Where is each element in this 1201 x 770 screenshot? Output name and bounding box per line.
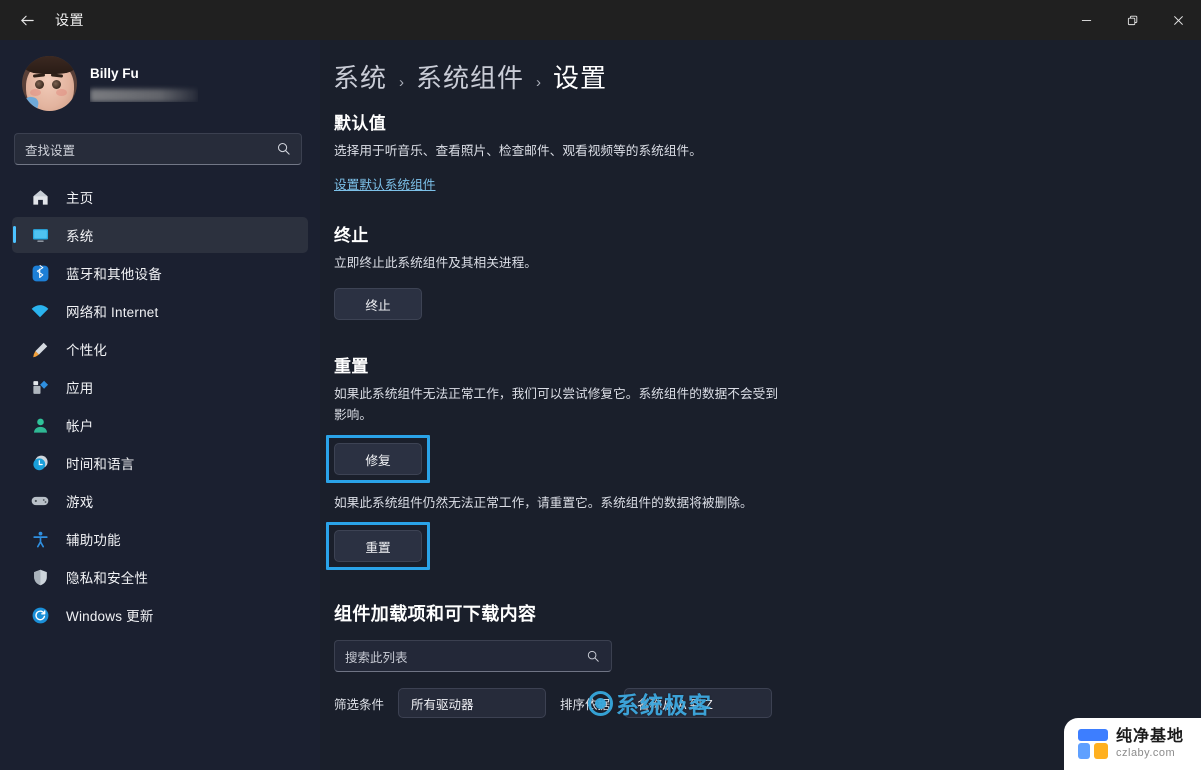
sidebar-item-label: 个性化 xyxy=(66,343,108,358)
set-default-components-link[interactable]: 设置默认系统组件 xyxy=(334,174,436,193)
sidebar-item-windows-update[interactable]: Windows 更新 xyxy=(12,597,308,633)
reset-description: 如果此系统组件仍然无法正常工作，请重置它。系统组件的数据将被删除。 xyxy=(334,496,753,510)
terminate-button[interactable]: 终止 xyxy=(334,288,422,320)
sidebar-item-label: 游戏 xyxy=(66,495,94,510)
sort-label: 排序依据 xyxy=(560,697,611,712)
section-heading: 组件加载项和可下载内容 xyxy=(334,604,537,624)
sidebar-nav: 主页 系统 蓝牙和其他设备 网络和 Internet 个性化 应用 帐户 时间和… xyxy=(12,179,308,633)
sidebar-item-accounts[interactable]: 帐户 xyxy=(12,407,308,443)
sidebar-item-personalization[interactable]: 个性化 xyxy=(12,331,308,367)
back-arrow-icon[interactable] xyxy=(4,4,50,36)
restore-icon[interactable] xyxy=(1109,0,1155,40)
wifi-icon xyxy=(30,301,50,321)
sidebar-item-accessibility[interactable]: 辅助功能 xyxy=(12,521,308,557)
repair-description: 如果此系统组件无法正常工作，我们可以尝试修复它。系统组件的数据不会受到影响。 xyxy=(334,387,779,422)
sidebar-item-network[interactable]: 网络和 Internet xyxy=(12,293,308,329)
search-placeholder: 查找设置 xyxy=(25,143,76,158)
section-description: 立即终止此系统组件及其相关进程。 xyxy=(334,256,537,270)
section-description: 选择用于听音乐、查看照片、检查邮件、观看视频等的系统组件。 xyxy=(334,144,702,158)
user-email-blurred xyxy=(90,89,198,102)
reset-button[interactable]: 重置 xyxy=(334,530,422,562)
section-defaults: 默认值 选择用于听音乐、查看照片、检查邮件、观看视频等的系统组件。 设置默认系统… xyxy=(328,109,1171,194)
breadcrumb-item-system[interactable]: 系统 xyxy=(333,58,387,95)
search-icon xyxy=(586,649,600,668)
watermark-czlaby: 纯净基地 czlaby.com xyxy=(1064,718,1201,770)
sidebar-item-label: 隐私和安全性 xyxy=(66,571,149,586)
filter-label: 筛选条件 xyxy=(334,697,385,712)
chevron-right-icon: › xyxy=(399,74,405,91)
sidebar: Billy Fu 查找设置 主页 系统 蓝牙和其他设备 网络和 Internet… xyxy=(0,40,320,770)
breadcrumb: 系统 › 系统组件 › 设置 xyxy=(328,58,1171,95)
sidebar-item-label: Windows 更新 xyxy=(66,609,154,624)
sidebar-item-label: 蓝牙和其他设备 xyxy=(66,267,162,282)
sidebar-item-label: 辅助功能 xyxy=(66,533,121,548)
sidebar-item-label: 帐户 xyxy=(66,419,94,434)
section-heading: 默认值 xyxy=(334,114,387,133)
sidebar-item-home[interactable]: 主页 xyxy=(12,179,308,215)
breadcrumb-item-components[interactable]: 系统组件 xyxy=(416,58,524,95)
chevron-right-icon: › xyxy=(536,74,542,91)
sidebar-item-apps[interactable]: 应用 xyxy=(12,369,308,405)
settings-window: 设置 Billy Fu 查找设置 主页 系统 蓝牙和其他设备 网络和 Inter… xyxy=(0,0,1201,770)
main-content: 系统 › 系统组件 › 设置 默认值 选择用于听音乐、查看照片、检查邮件、观看视… xyxy=(320,40,1201,770)
sort-dropdown[interactable]: 名称从 A 到 Z xyxy=(624,688,773,718)
avatar xyxy=(22,56,77,111)
addons-search-placeholder: 搜索此列表 xyxy=(345,650,408,665)
clock-icon xyxy=(30,453,50,473)
section-heading: 终止 xyxy=(334,226,369,245)
search-input[interactable]: 查找设置 xyxy=(14,133,302,165)
accessibility-icon xyxy=(30,529,50,549)
gamepad-icon xyxy=(30,491,50,511)
account-person-icon xyxy=(30,415,50,435)
filter-dropdown[interactable]: 所有驱动器 xyxy=(398,688,547,718)
home-icon xyxy=(30,187,50,207)
sidebar-item-label: 应用 xyxy=(66,381,94,396)
sidebar-item-label: 时间和语言 xyxy=(66,457,135,472)
addons-search-input[interactable]: 搜索此列表 xyxy=(334,640,612,672)
czlaby-domain: czlaby.com xyxy=(1116,747,1176,759)
sidebar-item-gaming[interactable]: 游戏 xyxy=(12,483,308,519)
section-reset: 重置 如果此系统组件无法正常工作，我们可以尝试修复它。系统组件的数据不会受到影响… xyxy=(326,352,1171,570)
section-heading: 重置 xyxy=(334,357,369,376)
section-addons: 组件加载项和可下载内容 搜索此列表 筛选条件 所有驱动器 排序依据 名称从 A … xyxy=(328,600,1171,718)
repair-button[interactable]: 修复 xyxy=(334,443,422,475)
czlaby-logo-icon xyxy=(1078,729,1108,759)
bluetooth-icon xyxy=(30,263,50,283)
close-icon[interactable] xyxy=(1155,0,1201,40)
section-terminate: 终止 立即终止此系统组件及其相关进程。 终止 xyxy=(328,221,1171,320)
addons-filter-row: 筛选条件 所有驱动器 排序依据 名称从 A 到 Z xyxy=(334,688,1171,718)
sidebar-item-system[interactable]: 系统 xyxy=(12,217,308,253)
sidebar-item-time-language[interactable]: 时间和语言 xyxy=(12,445,308,481)
user-profile[interactable]: Billy Fu xyxy=(12,40,308,123)
system-display-icon xyxy=(30,225,50,245)
apps-icon xyxy=(30,377,50,397)
repair-highlight-box: 修复 xyxy=(326,435,430,483)
search-icon xyxy=(276,141,291,161)
shield-icon xyxy=(30,567,50,587)
title-bar: 设置 xyxy=(0,0,1201,40)
sidebar-item-label: 系统 xyxy=(66,229,94,244)
breadcrumb-item-settings: 设置 xyxy=(553,63,608,93)
sidebar-item-label: 网络和 Internet xyxy=(66,305,159,320)
sidebar-item-label: 主页 xyxy=(66,191,94,206)
reset-highlight-box: 重置 xyxy=(326,522,430,570)
user-name: Billy Fu xyxy=(90,66,139,81)
sidebar-item-privacy-security[interactable]: 隐私和安全性 xyxy=(12,559,308,595)
window-title: 设置 xyxy=(55,12,84,28)
sidebar-item-bluetooth[interactable]: 蓝牙和其他设备 xyxy=(12,255,308,291)
czlaby-title: 纯净基地 xyxy=(1116,728,1185,745)
minimize-icon[interactable] xyxy=(1063,0,1109,40)
paintbrush-icon xyxy=(30,339,50,359)
update-refresh-icon xyxy=(30,605,50,625)
